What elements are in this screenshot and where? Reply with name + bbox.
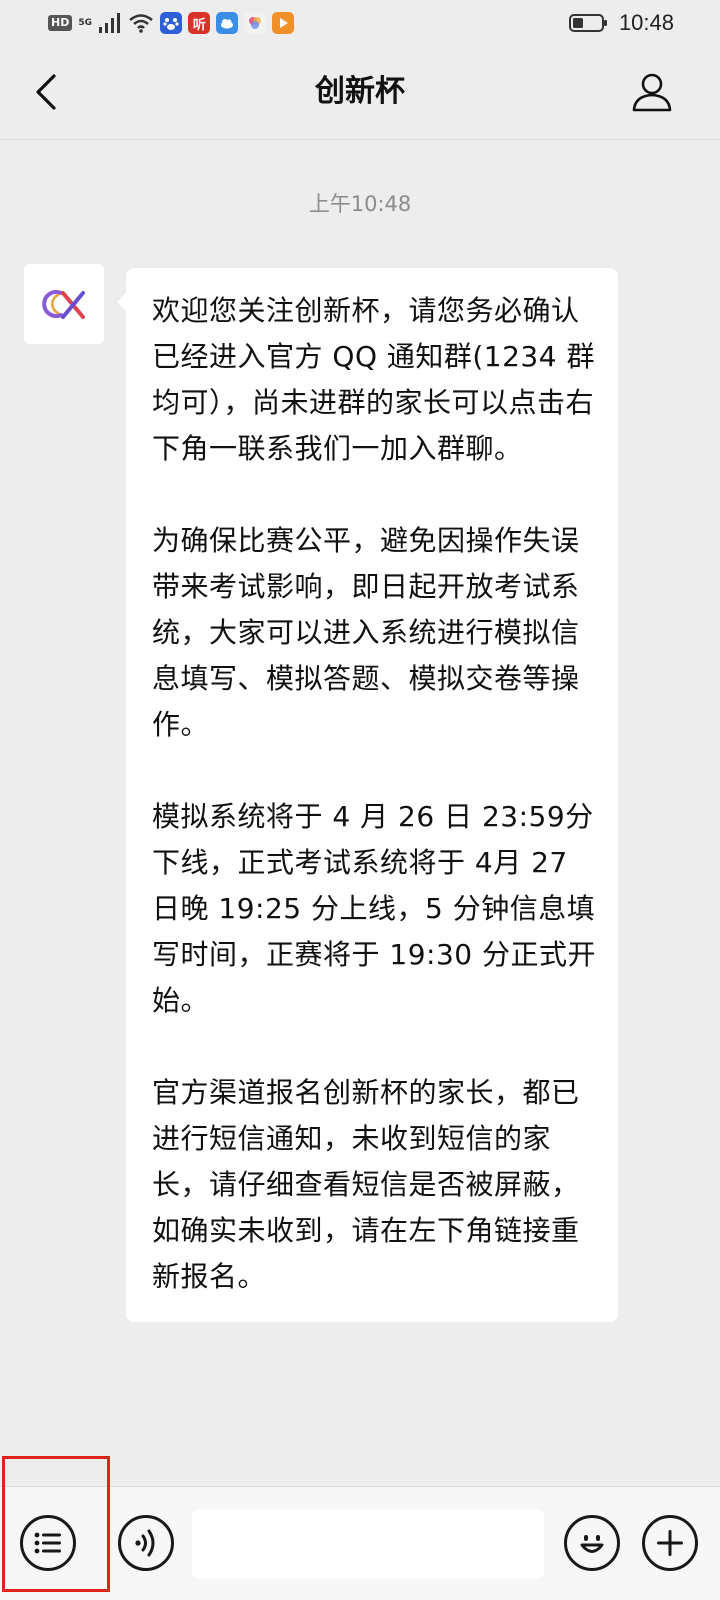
hd-icon: HD	[48, 15, 73, 31]
video-icon	[272, 12, 295, 34]
more-button[interactable]	[642, 1515, 698, 1571]
signal-icon	[99, 13, 121, 33]
status-icons-right: 10:48	[568, 10, 674, 36]
message-timestamp: 上午10:48	[308, 192, 412, 216]
highlight-annotation	[2, 1456, 110, 1592]
message-input[interactable]	[192, 1509, 544, 1579]
battery-icon	[568, 14, 607, 32]
listen-app-icon: 听	[188, 12, 211, 34]
message-paragraph: 为确保比赛公平，避免因操作失误带来考试影响，即日起开放考试系统，大家可以进入系统…	[152, 524, 580, 741]
photos-icon	[244, 12, 267, 34]
cx-logo-icon	[42, 290, 85, 319]
cloud-icon	[216, 12, 239, 34]
message-bubble[interactable]: 欢迎您关注创新杯，请您务必确认已经进入官方 QQ 通知群(1234 群均可），尚…	[117, 268, 618, 1322]
emoji-button[interactable]	[564, 1515, 620, 1571]
message-paragraph: 模拟系统将于 4 月 26 日 23:59分下线，正式考试系统将于 4月 27 …	[152, 800, 596, 1017]
profile-button[interactable]	[630, 70, 674, 114]
page-title: 创新杯	[315, 74, 405, 109]
wifi-icon	[129, 14, 154, 33]
plus-icon	[657, 1530, 683, 1556]
voice-icon	[135, 1529, 155, 1557]
emoji-icon	[580, 1535, 604, 1553]
nav-bar: 创新杯	[0, 46, 720, 140]
clock: 10:48	[618, 10, 674, 35]
message-paragraph: 欢迎您关注创新杯，请您务必确认已经进入官方 QQ 通知群(1234 群均可），尚…	[152, 294, 595, 465]
status-bar: HD 5G 听 10:48	[0, 0, 720, 46]
person-icon	[632, 73, 672, 112]
baidu-icon	[160, 12, 183, 34]
network-type-label: 5G	[78, 17, 92, 28]
voice-button[interactable]	[118, 1515, 174, 1571]
sender-avatar[interactable]	[24, 264, 104, 344]
message-paragraph: 官方渠道报名创新杯的家长，都已进行短信通知，未收到短信的家长，请仔细查看短信是否…	[152, 1076, 580, 1293]
status-icons-left: HD 5G 听	[48, 12, 295, 34]
bubble-tail	[117, 292, 127, 312]
